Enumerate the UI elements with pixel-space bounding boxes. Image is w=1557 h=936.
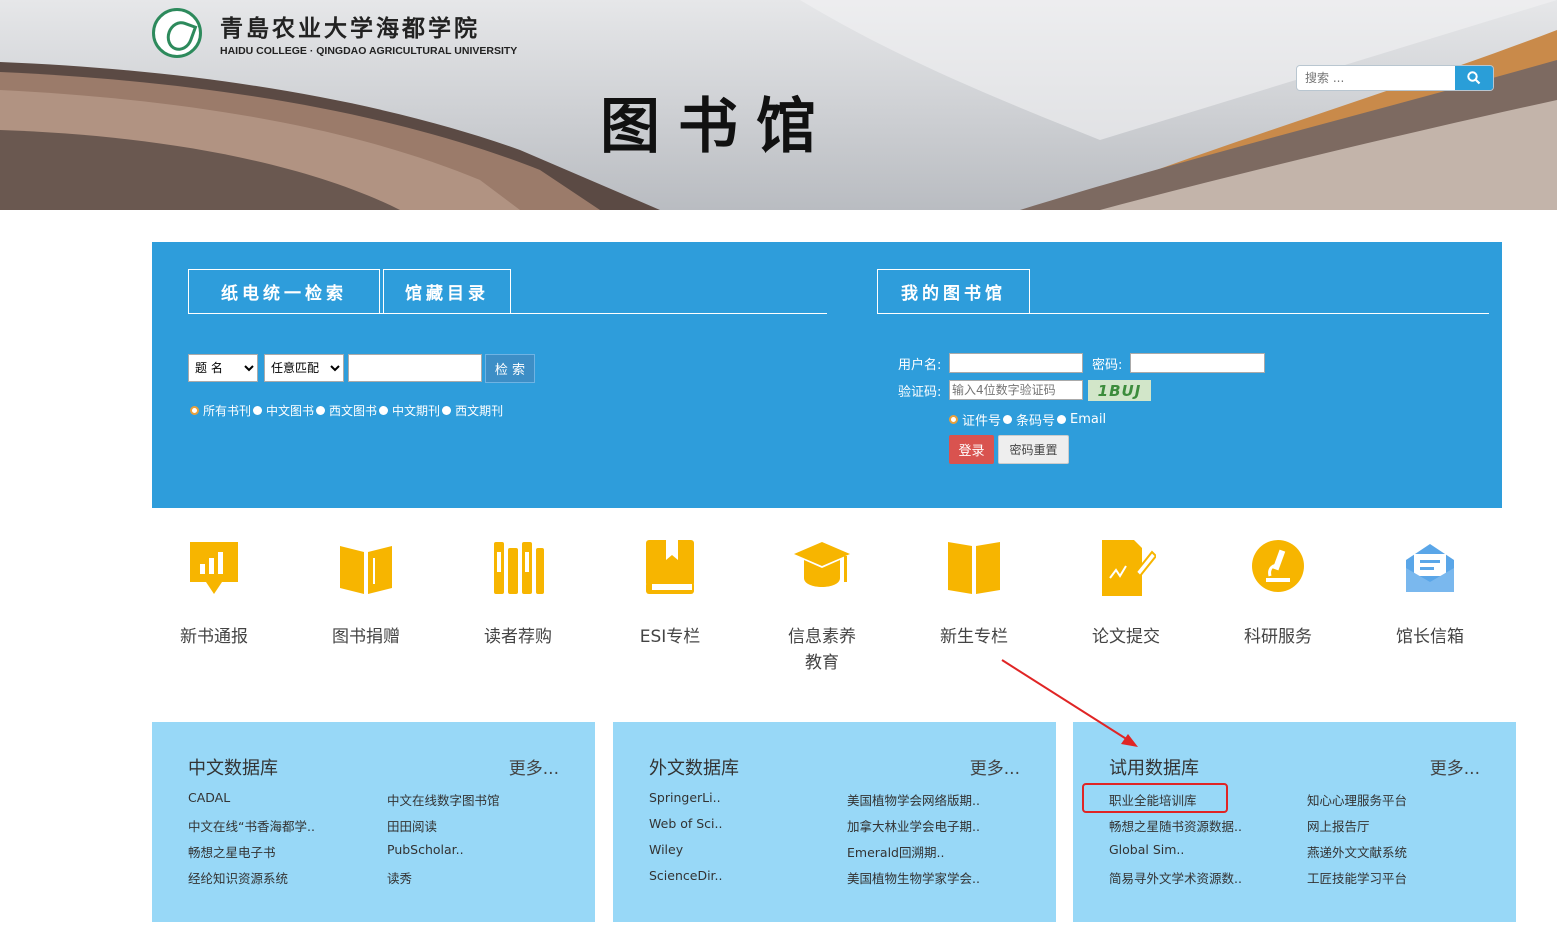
db-link[interactable]: SpringerLi..: [649, 790, 721, 805]
username-label: 用户名:: [898, 358, 942, 373]
db-link[interactable]: 田田阅读: [387, 816, 437, 835]
radio-western-journals[interactable]: [442, 406, 452, 415]
radio-barcode[interactable]: [1003, 415, 1013, 424]
db-panel-trial: 试用数据库 更多... 职业全能培训库 畅想之星随书资源数据.. Global …: [1073, 722, 1516, 922]
captcha-input[interactable]: [949, 380, 1083, 400]
college-name-cn: 青島农业大学海都学院: [220, 15, 480, 42]
site-search-input[interactable]: [1297, 66, 1455, 90]
catalog-search-input[interactable]: [348, 354, 482, 382]
search-icon: [1467, 71, 1481, 85]
username-input[interactable]: [949, 353, 1083, 373]
college-emblem-icon: [152, 8, 202, 58]
book-icon: [948, 542, 1000, 594]
microscope-icon: [1252, 540, 1304, 592]
db-link[interactable]: 加拿大林业学会电子期..: [847, 816, 980, 835]
db-link[interactable]: 畅想之星电子书: [188, 842, 276, 861]
login-button[interactable]: 登录: [949, 435, 994, 464]
bookmark-book-icon: [646, 540, 694, 594]
db-link[interactable]: ScienceDir..: [649, 868, 723, 883]
db-panel-chinese: 中文数据库 更多... CADAL 中文在线“书香海都学.. 畅想之星电子书 经…: [152, 722, 595, 922]
service-research[interactable]: 科研服务: [1216, 538, 1340, 650]
radio-all[interactable]: [190, 406, 199, 415]
tab-unified-search[interactable]: 纸电统一检索: [188, 269, 380, 313]
tab-catalog[interactable]: 馆藏目录: [383, 269, 511, 313]
login-type-radio-group: 证件号 条码号 Email: [949, 410, 1106, 429]
college-name-en: HAIDU COLLEGE · QINGDAO AGRICULTURAL UNI…: [220, 45, 518, 57]
open-book-icon: [340, 546, 392, 594]
service-book-donation[interactable]: 图书捐赠: [304, 538, 428, 650]
radio-card-number[interactable]: [949, 415, 958, 424]
books-shelf-icon: [494, 542, 544, 594]
search-login-panel: 纸电统一检索 馆藏目录 题 名 任意匹配 检 索 所有书刊 中文图书 西文图书 …: [152, 242, 1502, 508]
radio-email[interactable]: [1057, 415, 1067, 424]
db-link[interactable]: Global Sim..: [1109, 842, 1184, 857]
graduation-cap-icon: [794, 542, 850, 587]
db-more-link[interactable]: 更多...: [970, 754, 1020, 779]
captcha-label: 验证码:: [898, 385, 942, 400]
service-thesis-submit[interactable]: 论文提交: [1064, 538, 1188, 650]
service-esi[interactable]: ESI专栏: [608, 538, 732, 650]
service-new-books[interactable]: 新书通报: [152, 538, 276, 650]
db-link[interactable]: 读秀: [387, 868, 412, 887]
service-freshman[interactable]: 新生专栏: [912, 538, 1036, 650]
db-link[interactable]: 经纶知识资源系统: [188, 868, 288, 887]
password-reset-button[interactable]: 密码重置: [998, 435, 1069, 464]
db-link[interactable]: 美国植物生物学家学会..: [847, 868, 980, 887]
db-link[interactable]: Wiley: [649, 842, 683, 857]
db-link[interactable]: 简易寻外文学术资源数..: [1109, 868, 1242, 887]
paper-pen-icon: [1102, 540, 1158, 596]
service-shortcuts: 新书通报 图书捐赠 读者荐购 ESI专栏 信息素养 教育 新生专栏 论文提交 科…: [152, 538, 1502, 678]
catalog-search-button[interactable]: 检 索: [485, 354, 535, 383]
service-reader-recommend[interactable]: 读者荐购: [456, 538, 580, 650]
site-search-button[interactable]: [1455, 66, 1493, 90]
db-link[interactable]: 工匠技能学习平台: [1307, 868, 1407, 887]
field-select[interactable]: 题 名: [188, 354, 258, 382]
college-logo[interactable]: 青島农业大学海都学院 HAIDU COLLEGE · QINGDAO AGRIC…: [152, 8, 517, 58]
db-link[interactable]: Web of Sci..: [649, 816, 722, 831]
db-link[interactable]: 知心心理服务平台: [1307, 790, 1407, 809]
db-link[interactable]: PubScholar..: [387, 842, 464, 857]
envelope-icon: [1406, 544, 1454, 592]
radio-chinese-journals[interactable]: [379, 406, 389, 415]
db-title: 中文数据库: [188, 758, 278, 779]
db-more-link[interactable]: 更多...: [1430, 754, 1480, 779]
header-banner: 青島农业大学海都学院 HAIDU COLLEGE · QINGDAO AGRIC…: [0, 0, 1557, 210]
password-input[interactable]: [1130, 353, 1265, 373]
library-title: 图书馆: [600, 92, 834, 162]
db-link[interactable]: 燕递外文文献系统: [1307, 842, 1407, 861]
match-select[interactable]: 任意匹配: [264, 354, 344, 382]
password-label: 密码:: [1092, 358, 1123, 373]
db-title: 外文数据库: [649, 758, 739, 779]
db-link[interactable]: 中文在线数字图书馆: [387, 790, 500, 809]
db-link[interactable]: Emerald回溯期..: [847, 842, 944, 861]
radio-western-books[interactable]: [316, 406, 326, 415]
service-info-literacy[interactable]: 信息素养 教育: [760, 538, 884, 676]
db-more-link[interactable]: 更多...: [509, 754, 559, 779]
db-link[interactable]: 畅想之星随书资源数据..: [1109, 816, 1242, 835]
radio-chinese-books[interactable]: [253, 406, 263, 415]
scope-radio-group: 所有书刊 中文图书 西文图书 中文期刊 西文期刊: [188, 402, 503, 419]
site-search: [1297, 66, 1493, 90]
db-title: 试用数据库: [1109, 758, 1199, 779]
tab-my-library[interactable]: 我的图书馆: [877, 269, 1030, 313]
service-director-mailbox[interactable]: 馆长信箱: [1368, 538, 1492, 650]
db-link[interactable]: 中文在线“书香海都学..: [188, 816, 315, 835]
annotation-highlight-box: [1082, 783, 1228, 813]
db-link[interactable]: CADAL: [188, 790, 230, 805]
db-panel-foreign: 外文数据库 更多... SpringerLi.. Web of Sci.. Wi…: [613, 722, 1056, 922]
captcha-image[interactable]: 1BUJ: [1088, 380, 1151, 401]
db-link[interactable]: 美国植物学会网络版期..: [847, 790, 980, 809]
chart-report-icon: [190, 542, 238, 594]
db-link[interactable]: 网上报告厅: [1307, 816, 1370, 835]
